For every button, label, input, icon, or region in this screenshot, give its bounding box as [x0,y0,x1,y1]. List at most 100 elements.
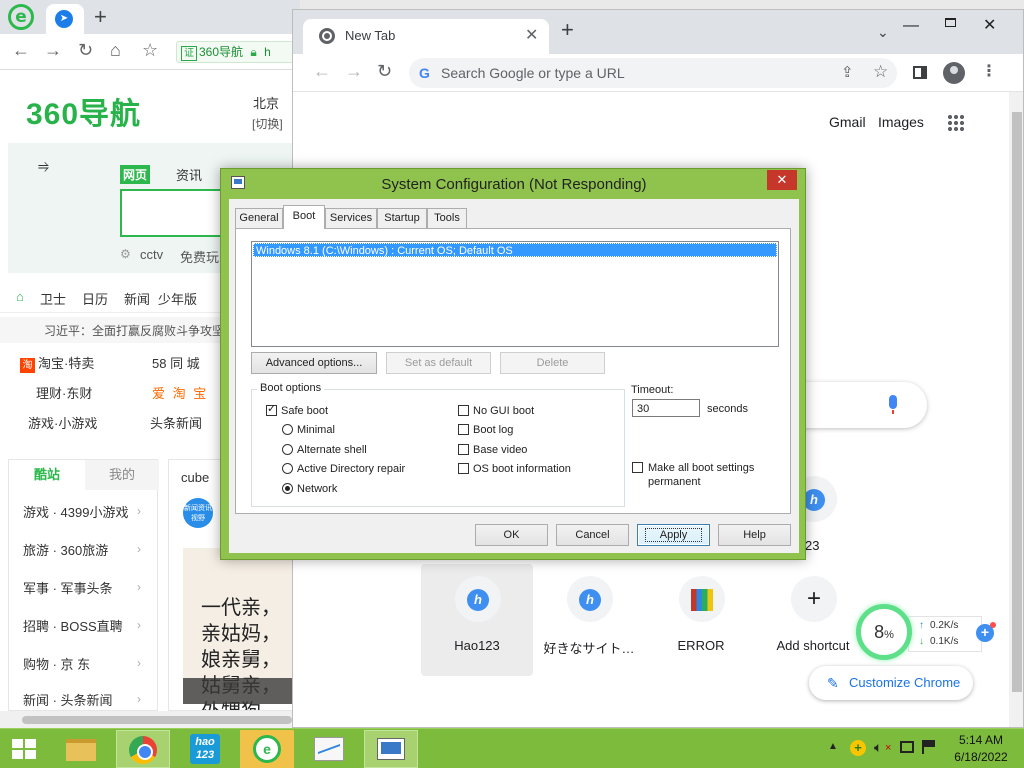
list-item[interactable]: 招聘 · BOSS直聘 [23,616,123,635]
safe-boot-checkbox[interactable]: Safe boot [266,402,328,417]
hot-search-link[interactable]: cctv [140,247,163,262]
network-radio[interactable]: Network [282,483,337,495]
quick-link[interactable]: 新闻 [124,289,150,308]
tab-services[interactable]: Services [325,208,377,228]
chrome-tab-new-tab[interactable]: New Tab ✕ [303,19,549,54]
new-tab-button[interactable]: + [561,19,574,41]
tab-general[interactable]: General [235,208,283,228]
scrollbar-thumb[interactable] [22,716,292,724]
timeout-input[interactable] [632,399,700,417]
apply-button[interactable]: Apply [637,524,710,546]
shortcut-favorite-sites[interactable]: h 好きなサイト… [533,564,645,676]
minimize-button[interactable]: — [903,17,919,35]
list-item[interactable]: 游戏 · 4399小游戏 [23,502,128,521]
taskbar-chrome[interactable] [116,730,170,768]
search-tab-web[interactable]: 网页 [120,165,151,184]
maximize-button[interactable] [945,18,956,27]
alternate-shell-radio[interactable]: Alternate shell [282,444,367,456]
scrollbar-thumb[interactable] [1012,112,1022,692]
security-360-icon[interactable]: + [850,740,866,756]
shortcut-error[interactable]: ERROR [645,564,757,676]
site-link[interactable]: 爱 淘 宝 [152,383,208,402]
volume-muted-icon[interactable]: 🔈︎ [874,739,892,756]
back-icon[interactable]: ← [12,40,30,61]
site-link[interactable]: 淘淘宝·特卖 [20,353,94,373]
help-button[interactable]: Help [718,524,791,546]
omnibox[interactable]: G Search Google or type a URL ⇪ ☆ [409,58,897,88]
browser-360-tab[interactable]: ➤ [46,4,84,34]
make-permanent-checkbox[interactable]: Make all boot settings permanent [632,461,778,489]
site-link[interactable]: 头条新闻 [150,413,202,432]
close-dialog-button[interactable]: ✕ [767,170,797,190]
browser-360-logo-icon[interactable]: e [8,4,34,30]
list-item[interactable]: 新闻 · 头条新闻 [23,690,113,709]
add-shortcut-button[interactable]: + Add shortcut [757,564,869,676]
tab-mine[interactable]: 我的 [85,460,159,490]
site-logo[interactable]: 360导航 [26,89,141,133]
city-switch-link[interactable]: [切换] [252,115,283,132]
network-icon[interactable] [900,741,914,753]
list-item[interactable]: 旅游 · 360旅游 [23,540,108,559]
horizontal-scrollbar[interactable] [0,711,300,728]
forward-icon[interactable]: → [345,61,363,82]
close-tab-icon[interactable]: ✕ [525,25,538,45]
site-link[interactable]: 游戏·小游戏 [28,413,97,432]
site-link[interactable]: 58 同 城 [152,353,200,372]
taskbar-file-explorer[interactable] [54,730,108,768]
tab-boot[interactable]: Boot [283,205,325,229]
os-boot-information-checkbox[interactable]: OS boot information [458,463,571,475]
back-icon[interactable]: ← [313,61,331,82]
cancel-button[interactable]: Cancel [556,524,629,546]
quick-link[interactable]: 卫士 [40,289,66,308]
active-directory-repair-radio[interactable]: Active Directory repair [282,463,405,475]
gmail-link[interactable]: Gmail [829,114,866,130]
reload-icon[interactable]: ↻ [377,61,392,82]
start-button[interactable] [12,739,38,761]
quick-link[interactable]: 日历 [82,289,108,308]
minimal-radio[interactable]: Minimal [282,424,335,436]
hot-search-link[interactable]: 免费玩 [180,247,219,266]
delete-button[interactable]: Delete [500,352,605,374]
clock-time[interactable]: 5:14 AM [950,733,1012,747]
set-as-default-button[interactable]: Set as default [386,352,491,374]
vertical-scrollbar[interactable] [1009,92,1023,727]
card-image[interactable]: 一代亲， 亲姑妈， 娘亲舅， 姑舅亲， 外甥狗 [183,548,299,710]
side-panel-icon[interactable] [913,66,927,79]
tab-startup[interactable]: Startup [377,208,427,228]
search-tab-news[interactable]: 资讯 [176,165,202,184]
forward-icon[interactable]: → [44,40,62,61]
quick-link[interactable]: 少年版 [158,289,197,308]
site-link[interactable]: 理财·东财 [36,383,92,402]
share-icon[interactable]: ⇪ [841,63,854,81]
taskbar-360-browser[interactable]: e [240,730,294,768]
apps-grid-icon[interactable] [947,114,965,132]
gear-icon[interactable]: ⚙ [120,247,131,261]
chevron-down-icon[interactable]: ⌄ [877,24,889,41]
plus-icon[interactable]: + [976,622,996,642]
star-icon[interactable]: ☆ [873,62,888,82]
browser-360-address-bar[interactable]: 证 360导航 🔒︎ h [176,41,300,63]
customize-chrome-button[interactable]: ✎ Customize Chrome [809,666,973,700]
tab-cool-sites[interactable]: 酷站 [9,460,85,490]
taskbar-performance-monitor[interactable] [302,730,356,768]
advanced-options-button[interactable]: Advanced options... [251,352,377,374]
taskbar-hao123[interactable]: hao 123 [178,730,232,768]
tab-tools[interactable]: Tools [427,208,467,228]
clock-date[interactable]: 6/18/2022 [950,750,1012,764]
list-item[interactable]: 购物 · 京 东 [23,654,90,673]
refresh-icon[interactable]: ↻ [78,40,93,61]
base-video-checkbox[interactable]: Base video [458,444,527,456]
new-tab-button[interactable]: + [94,4,107,30]
network-speed-widget[interactable]: ↑ 0.2K/s ↓ 0.1K/s 8% + [856,604,998,662]
menu-icon[interactable]: ⋮ [981,61,997,81]
home-icon[interactable]: ⌂ [110,40,121,61]
images-link[interactable]: Images [878,114,924,130]
no-gui-boot-checkbox[interactable]: No GUI boot [458,405,534,417]
memory-usage-ring[interactable]: 8% [856,604,912,660]
list-item[interactable]: 军事 · 军事头条 [23,578,113,597]
boot-log-checkbox[interactable]: Boot log [458,424,513,436]
favorites-icon[interactable]: ☆ [142,40,158,61]
shortcut-hao123[interactable]: h Hao123 [421,564,533,676]
os-list[interactable]: Windows 8.1 (C:\Windows) : Current OS; D… [251,241,779,347]
ok-button[interactable]: OK [475,524,548,546]
